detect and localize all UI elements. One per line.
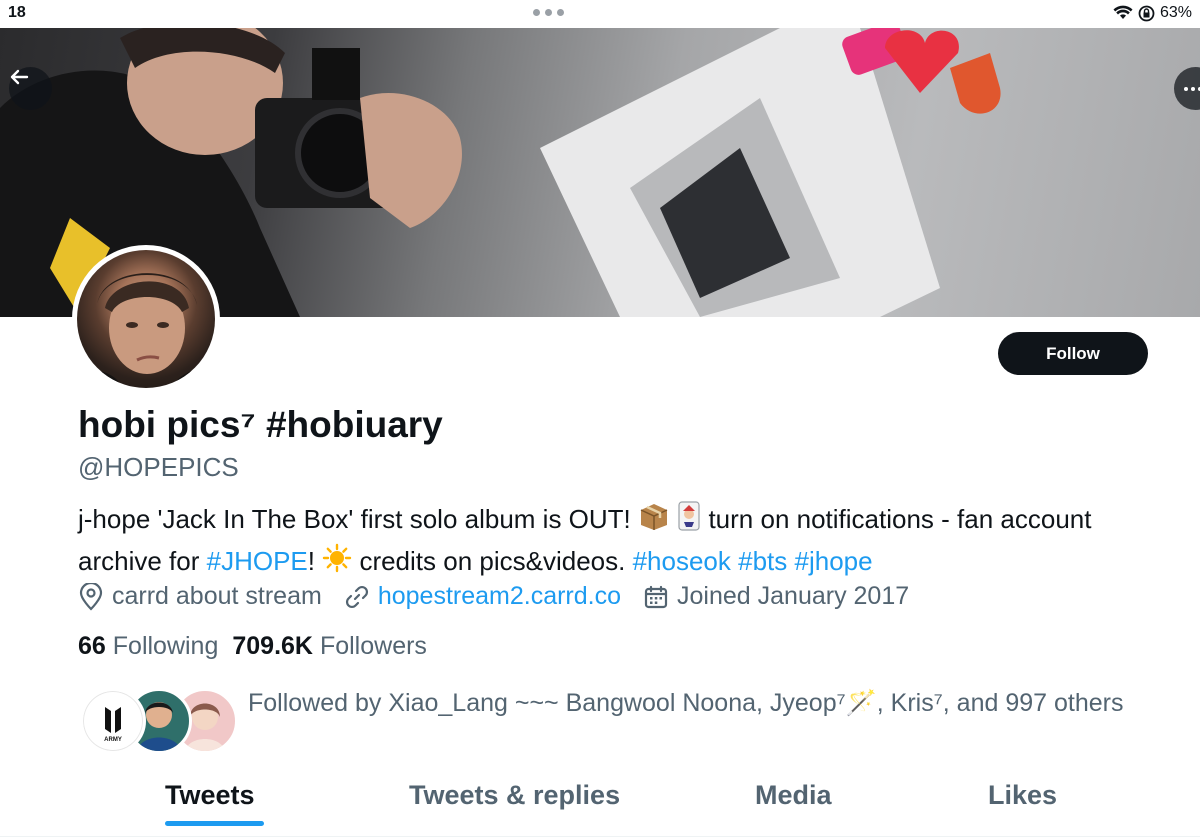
profile-meta: carrd about stream hopestream2.carrd.co … [78, 582, 931, 611]
hashtag-hoseok-link[interactable]: #hoseok [633, 546, 731, 576]
following-count: 66 [78, 632, 106, 660]
follower-avatar: ARMY [80, 688, 146, 754]
package-icon [638, 501, 670, 542]
active-tab-indicator [165, 821, 264, 826]
followed-by-avatars[interactable]: ARMY [80, 688, 240, 754]
tab-tweets-replies[interactable]: Tweets & replies [409, 780, 620, 811]
followers-link[interactable]: 709.6K Followers [232, 632, 427, 660]
battery-percent: 63% [1159, 4, 1192, 21]
display-name: hobi pics⁷ #hobiuary [78, 404, 443, 445]
profile-tabs: Tweets Tweets & replies Media Likes [0, 770, 1200, 837]
joker-card-icon [677, 501, 701, 542]
sun-icon [322, 543, 352, 584]
status-indicators: 63% [1113, 4, 1192, 22]
joined-date: Joined January 2017 [643, 582, 909, 611]
hashtag-jhope-link[interactable]: #JHOPE [207, 546, 308, 576]
followed-by-text[interactable]: Followed by Xiao_Lang ~~~ Bangwool Noona… [248, 684, 1148, 722]
wifi-icon [1113, 5, 1133, 19]
calendar-icon [644, 585, 668, 608]
bio-text: credits on pics&videos. [352, 546, 633, 576]
link-icon [345, 585, 368, 608]
profile-bio: j-hope 'Jack In The Box' first solo albu… [78, 500, 1178, 584]
followers-count: 709.6K [232, 632, 313, 660]
status-time: 18 [8, 4, 26, 21]
following-link[interactable]: 66 Following [78, 632, 218, 660]
avatar-image [77, 250, 215, 388]
tab-likes[interactable]: Likes [988, 780, 1057, 811]
profile-handle: @HOPEPICS [78, 452, 239, 482]
arrow-left-icon [10, 69, 29, 85]
status-bar: 18 63% [0, 0, 1200, 28]
hashtag-bts-link[interactable]: #bts [738, 546, 787, 576]
profile-avatar[interactable] [72, 245, 220, 393]
svg-text:ARMY: ARMY [104, 737, 122, 743]
tab-tweets[interactable]: Tweets [165, 780, 255, 811]
back-button[interactable] [9, 67, 52, 110]
hashtag-jhope-lower-link[interactable]: #jhope [795, 546, 873, 576]
bio-text: j-hope 'Jack In The Box' first solo albu… [78, 504, 638, 534]
following-label: Following [112, 632, 219, 660]
location: carrd about stream [78, 582, 322, 611]
joined-text: Joined January 2017 [677, 582, 910, 610]
website-link[interactable]: hopestream2.carrd.co [378, 582, 621, 611]
bio-text: ! [307, 546, 323, 576]
tab-media[interactable]: Media [755, 780, 832, 811]
orientation-lock-icon [1138, 5, 1155, 21]
multitasking-dots-icon[interactable] [533, 9, 564, 16]
more-icon [1184, 86, 1188, 91]
follow-button[interactable]: Follow [998, 332, 1148, 375]
website[interactable]: hopestream2.carrd.co [344, 582, 621, 611]
follow-counts: 66 Following 709.6K Followers [78, 632, 427, 661]
location-text: carrd about stream [112, 582, 322, 610]
location-pin-icon [79, 582, 103, 611]
followers-label: Followers [319, 632, 427, 660]
